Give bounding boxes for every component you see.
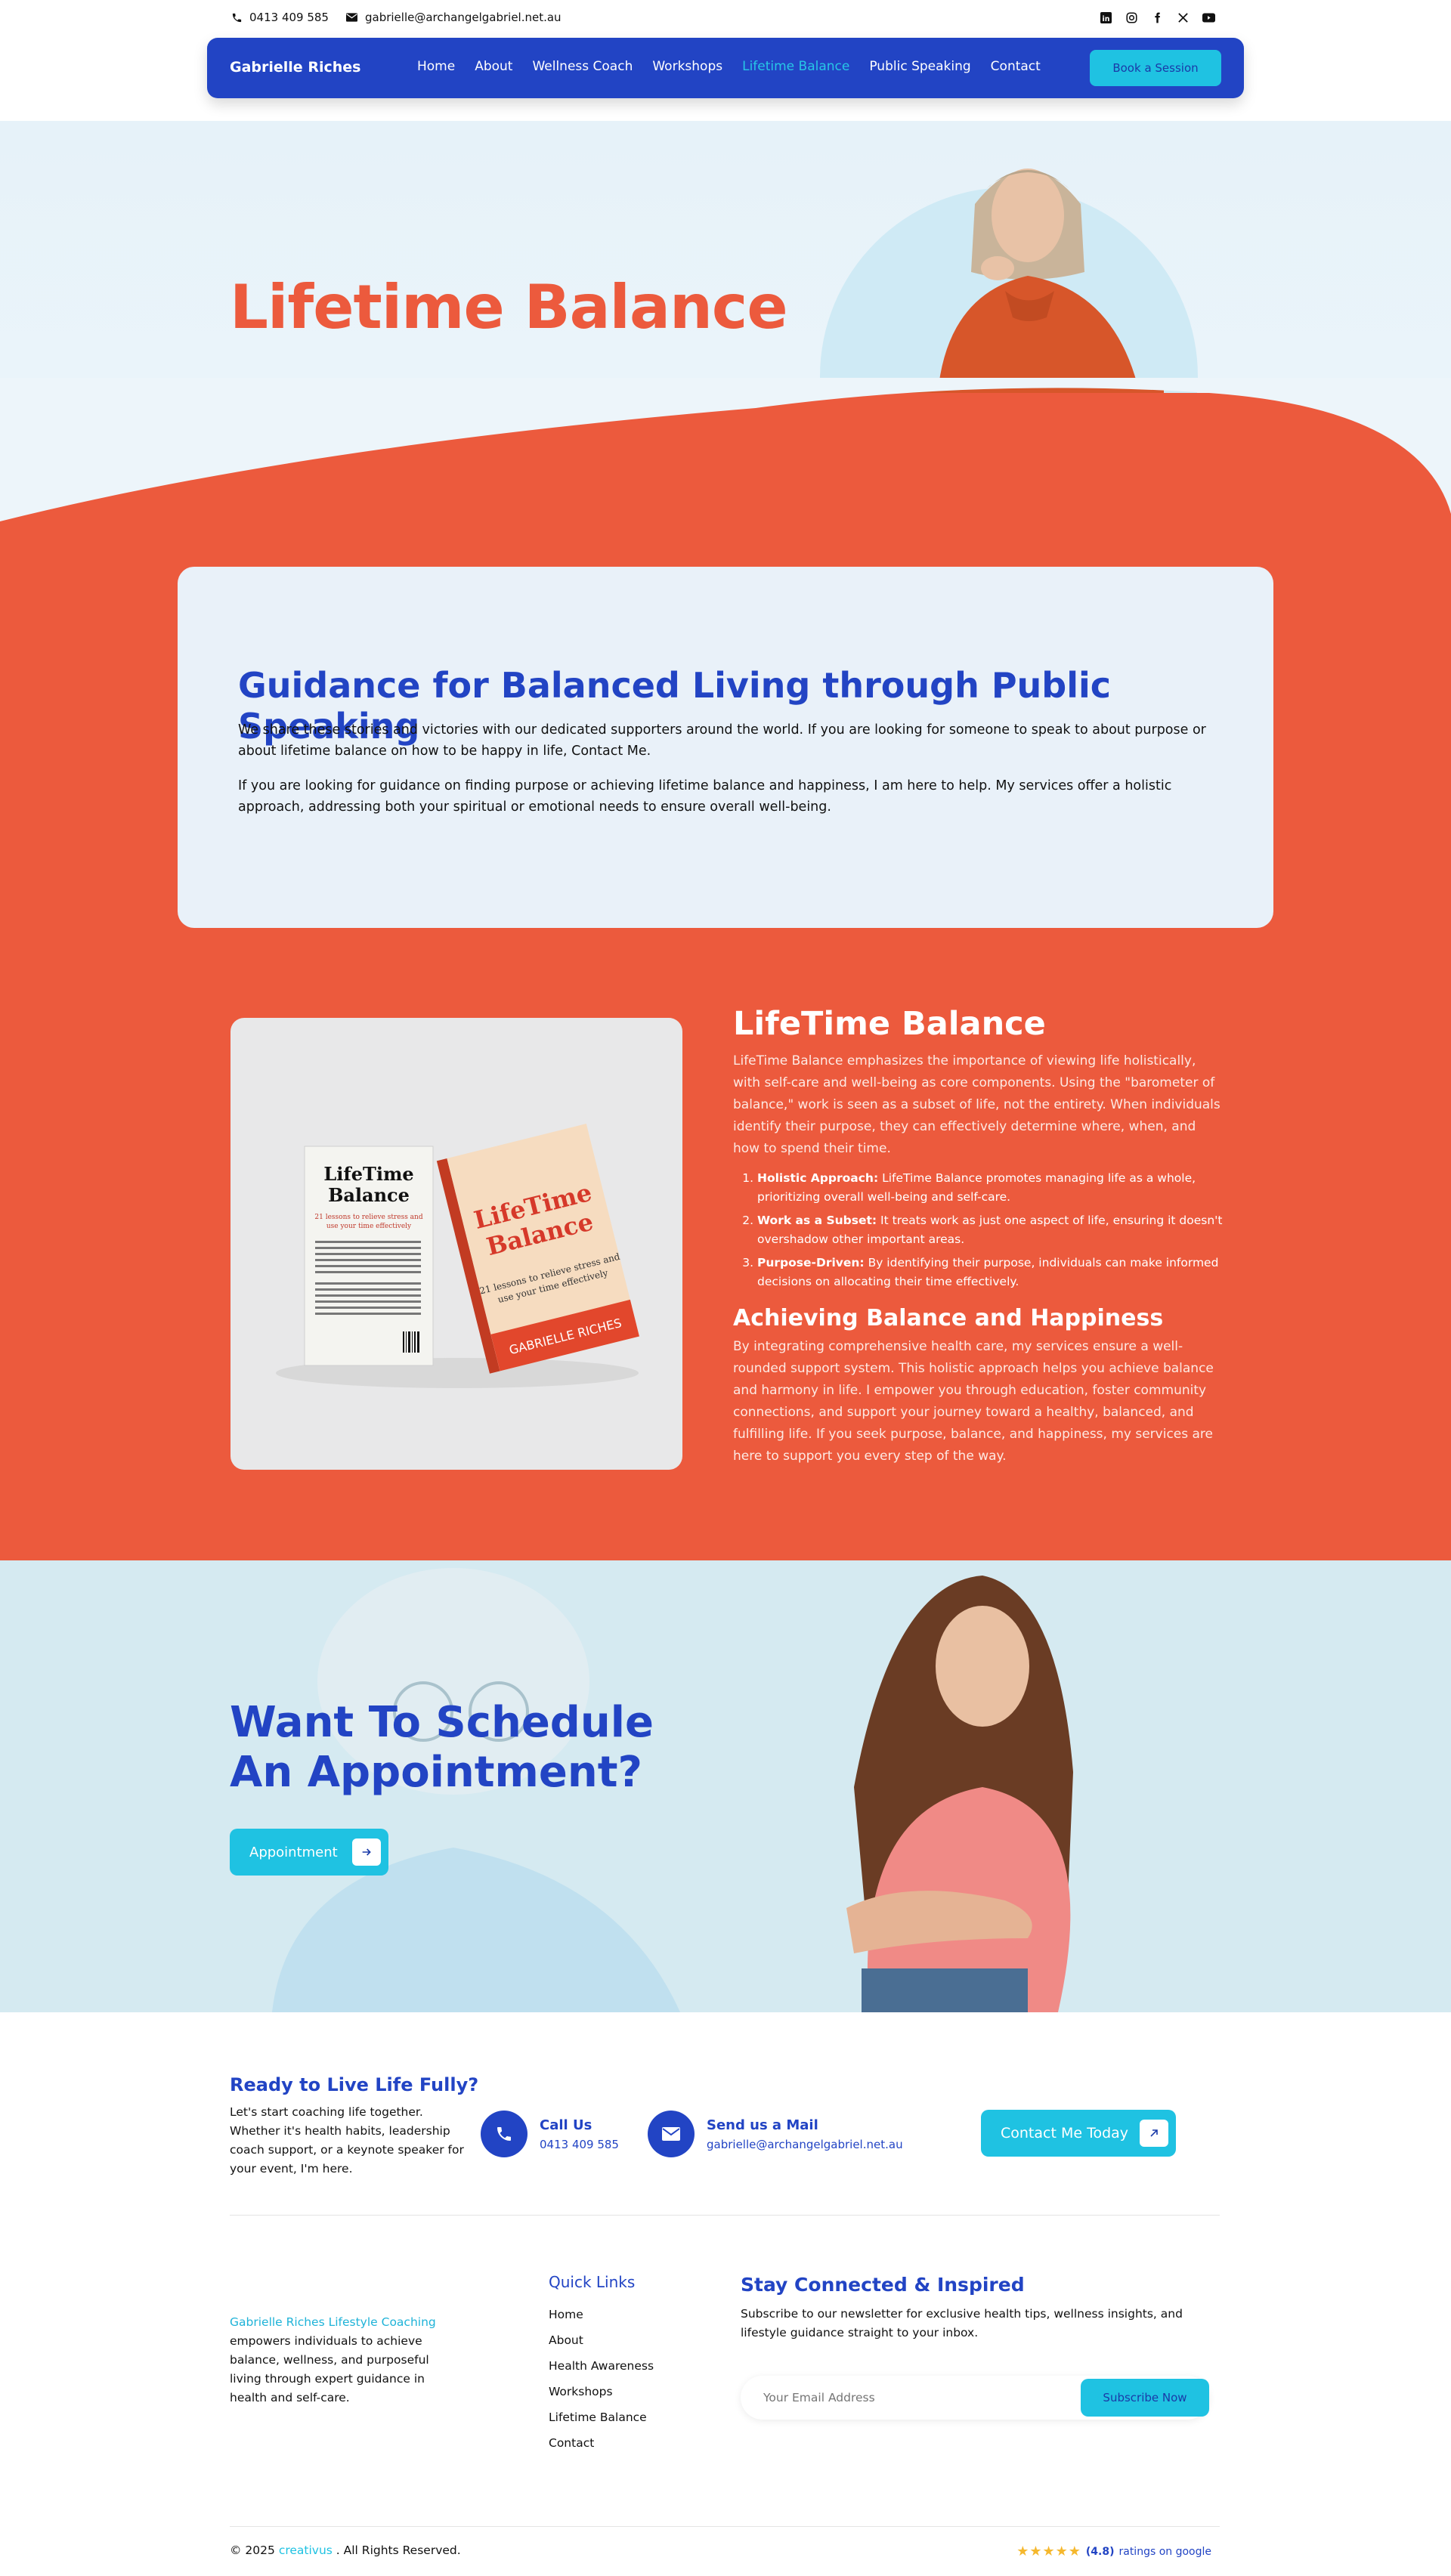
footer-brand-text: empowers individuals to achieve balance,… bbox=[230, 2334, 429, 2404]
rating-stars: ★★★★★ bbox=[1016, 2544, 1081, 2559]
lifetime-point: Work as a Subset: It treats work as just… bbox=[757, 1211, 1224, 1249]
copyright-suffix: . All Rights Reserved. bbox=[336, 2544, 461, 2557]
newsletter-title: Stay Connected & Inspired bbox=[741, 2274, 1025, 2296]
nav-item-public-speaking[interactable]: Public Speaking bbox=[869, 59, 970, 74]
footer-brand: Gabrielle Riches Lifestyle Coaching empo… bbox=[230, 2313, 456, 2407]
mail-icon bbox=[648, 2111, 695, 2157]
lifetime-point: Holistic Approach: LifeTime Balance prom… bbox=[757, 1169, 1224, 1207]
nav-item-contact[interactable]: Contact bbox=[991, 59, 1041, 74]
divider bbox=[230, 2215, 1220, 2216]
youtube-icon[interactable] bbox=[1202, 11, 1215, 24]
brand-logo[interactable]: Gabrielle Riches bbox=[230, 59, 360, 76]
arrow-right-icon bbox=[352, 1838, 381, 1866]
appointment-title: Want To Schedule An Appointment? bbox=[230, 1698, 654, 1797]
lifetime-outro: By integrating comprehensive health care… bbox=[733, 1339, 1214, 1464]
main-nav: Gabrielle Riches Home About Wellness Coa… bbox=[207, 38, 1244, 98]
copyright-brand-link[interactable]: creativus bbox=[279, 2544, 333, 2557]
nav-item-about[interactable]: About bbox=[475, 59, 512, 74]
call-us-value: 0413 409 585 bbox=[540, 2137, 619, 2151]
linkedin-icon[interactable]: in bbox=[1099, 11, 1112, 24]
mail-icon bbox=[345, 11, 359, 24]
mail-value: gabrielle@archangelgabriel.net.au bbox=[707, 2137, 903, 2151]
book-session-button[interactable]: Book a Session bbox=[1090, 50, 1221, 86]
x-icon[interactable] bbox=[1176, 11, 1190, 24]
nav-item-wellness-coach[interactable]: Wellness Coach bbox=[532, 59, 633, 74]
book-back-subtitle-line1: 21 lessons to relieve stress and bbox=[314, 1214, 422, 1221]
guidance-paragraph-1: We share these stories and victories wit… bbox=[238, 722, 1206, 759]
footer-link-contact[interactable]: Contact bbox=[549, 2436, 654, 2450]
footer-divider bbox=[230, 2526, 1220, 2527]
arrow-up-right-icon bbox=[1140, 2120, 1168, 2147]
social-links: in bbox=[1099, 11, 1215, 24]
nav-item-workshops[interactable]: Workshops bbox=[652, 59, 722, 74]
call-us-label: Call Us bbox=[540, 2117, 592, 2133]
point-label: Work as a Subset: bbox=[757, 1214, 877, 1227]
lifetime-subtitle: Achieving Balance and Happiness bbox=[733, 1305, 1164, 1331]
appointment-button-label: Appointment bbox=[249, 1844, 338, 1860]
top-bar: 0413 409 585 gabrielle@archangelgabriel.… bbox=[0, 0, 1451, 38]
guidance-card: Guidance for Balanced Living through Pub… bbox=[178, 567, 1273, 928]
lifetime-point: Purpose-Driven: By identifying their pur… bbox=[757, 1254, 1224, 1291]
subscribe-button[interactable]: Subscribe Now bbox=[1081, 2379, 1209, 2417]
contact-me-button[interactable]: Contact Me Today bbox=[981, 2110, 1176, 2157]
hero-wave-divider bbox=[0, 378, 1451, 529]
rating-score: (4.8) bbox=[1085, 2545, 1115, 2558]
contact-title: Ready to Live Life Fully? bbox=[230, 2074, 479, 2095]
footer-link-health-awareness[interactable]: Health Awareness bbox=[549, 2359, 654, 2373]
footer-link-lifetime-balance[interactable]: Lifetime Balance bbox=[549, 2411, 654, 2424]
lifetime-title: LifeTime Balance bbox=[733, 1005, 1046, 1043]
google-rating: ★★★★★ (4.8) ratings on google bbox=[1016, 2544, 1211, 2559]
footer-link-home[interactable]: Home bbox=[549, 2308, 654, 2321]
top-email[interactable]: gabrielle@archangelgabriel.net.au bbox=[345, 11, 562, 24]
call-us-block[interactable]: Call Us 0413 409 585 bbox=[481, 2111, 619, 2157]
rating-text: ratings on google bbox=[1118, 2545, 1211, 2558]
lifetime-points: Holistic Approach: LifeTime Balance prom… bbox=[757, 1169, 1224, 1291]
book-back-title-line2: Balance bbox=[328, 1184, 410, 1206]
nav-menu: Home About Wellness Coach Workshops Life… bbox=[417, 59, 1041, 74]
contact-me-label: Contact Me Today bbox=[1001, 2125, 1129, 2142]
hero-portrait-image bbox=[892, 169, 1164, 400]
newsletter: Stay Connected & Inspired Subscribe to o… bbox=[741, 2274, 1224, 2420]
copyright-year: © 2025 bbox=[230, 2544, 275, 2557]
top-phone[interactable]: 0413 409 585 bbox=[230, 11, 329, 24]
appointment-button[interactable]: Appointment bbox=[230, 1829, 388, 1876]
appointment-background-image bbox=[272, 1568, 1073, 2012]
footer-link-about[interactable]: About bbox=[549, 2333, 654, 2347]
quick-links-title: Quick Links bbox=[549, 2273, 636, 2291]
mail-label: Send us a Mail bbox=[707, 2117, 818, 2133]
point-label: Holistic Approach: bbox=[757, 1171, 879, 1185]
top-email-text: gabrielle@archangelgabriel.net.au bbox=[364, 11, 562, 24]
guidance-paragraph-2: If you are looking for guidance on findi… bbox=[238, 778, 1172, 815]
book-illustration: LifeTime Balance 21 lessons to relieve s… bbox=[276, 1124, 639, 1388]
top-contact: 0413 409 585 gabrielle@archangelgabriel.… bbox=[230, 11, 562, 24]
footer-link-workshops[interactable]: Workshops bbox=[549, 2385, 654, 2398]
nav-item-lifetime-balance[interactable]: Lifetime Balance bbox=[742, 59, 849, 74]
instagram-icon[interactable] bbox=[1125, 11, 1138, 24]
newsletter-form: Subscribe Now bbox=[741, 2376, 1209, 2420]
book-image: LifeTime Balance 21 lessons to relieve s… bbox=[230, 1018, 682, 1470]
nav-item-home[interactable]: Home bbox=[417, 59, 455, 74]
book-back-title-line1: LifeTime bbox=[323, 1163, 413, 1185]
contact-footer-section: Ready to Live Life Fully? Let's start co… bbox=[0, 2012, 1451, 2576]
mail-block[interactable]: Send us a Mail gabrielle@archangelgabrie… bbox=[648, 2111, 903, 2157]
email-input[interactable] bbox=[763, 2376, 1050, 2420]
facebook-icon[interactable] bbox=[1150, 11, 1164, 24]
hero-title: Lifetime Balance bbox=[230, 272, 788, 342]
svg-text:in: in bbox=[1102, 14, 1109, 23]
footer-brand-link[interactable]: Gabrielle Riches Lifestyle Coaching bbox=[230, 2315, 436, 2329]
top-phone-text: 0413 409 585 bbox=[249, 11, 329, 24]
lifetime-intro: LifeTime Balance emphasizes the importan… bbox=[733, 1053, 1221, 1156]
copyright: © 2025 creativus . All Rights Reserved. bbox=[230, 2544, 461, 2557]
quick-links: Quick Links Home About Health Awareness … bbox=[549, 2273, 654, 2462]
lifetime-content: LifeTime Balance LifeTime Balance emphas… bbox=[733, 1005, 1224, 1467]
appointment-section: Want To Schedule An Appointment? Appoint… bbox=[0, 1560, 1451, 2012]
point-label: Purpose-Driven: bbox=[757, 1256, 865, 1269]
phone-icon bbox=[230, 11, 243, 24]
book-back-subtitle-line2: use your time effectively bbox=[326, 1223, 412, 1230]
contact-intro: Let's start coaching life together. Whet… bbox=[230, 2105, 464, 2176]
phone-icon bbox=[481, 2111, 527, 2157]
newsletter-text: Subscribe to our newsletter for exclusiv… bbox=[741, 2307, 1183, 2339]
